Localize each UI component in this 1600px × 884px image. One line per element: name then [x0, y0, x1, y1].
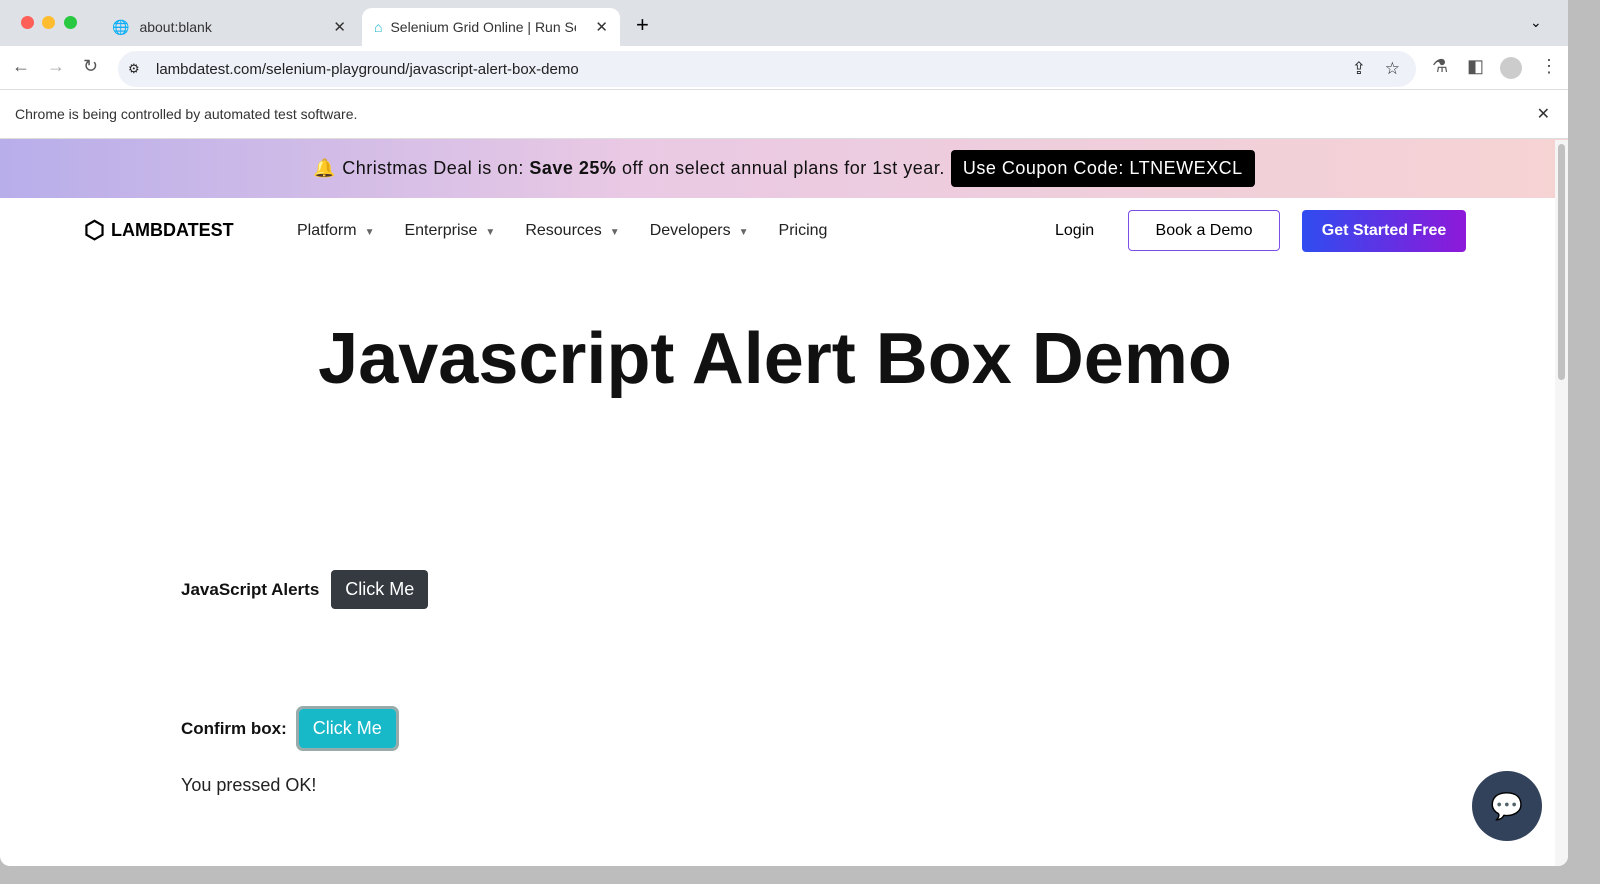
profile-avatar[interactable] [1500, 57, 1522, 79]
nav-resources[interactable]: Resources ▼ [525, 222, 619, 240]
chat-bubble-icon: 💬 [1490, 790, 1524, 821]
maximize-button[interactable] [64, 16, 77, 29]
tab-search-icon[interactable]: ⌄ [1530, 14, 1542, 31]
alerts-row: JavaScript Alerts Click Me [181, 570, 429, 609]
bookmark-star-icon[interactable]: ☆ [1385, 59, 1400, 79]
book-demo-button[interactable]: Book a Demo [1128, 210, 1280, 251]
new-tab-button[interactable]: + [636, 12, 649, 38]
logo-icon: ⬡ [84, 217, 105, 244]
chevron-down-icon: ▼ [364, 227, 375, 238]
coupon-code[interactable]: Use Coupon Code: LTNEWEXCL [950, 150, 1255, 187]
page-title: Javascript Alert Box Demo [318, 319, 1232, 399]
automation-infobar: Chrome is being controlled by automated … [0, 90, 1568, 139]
close-window-button[interactable] [21, 16, 34, 29]
share-icon[interactable]: ⇪ [1352, 59, 1366, 79]
confirm-row: Confirm box: Click Me [181, 706, 399, 751]
chevron-down-icon: ▼ [485, 227, 496, 238]
tab-bar: 🌐 about:blank ✕ ⌂ Selenium Grid Online | Ru… [0, 0, 1568, 46]
nav-platform[interactable]: Platform ▼ [297, 222, 374, 240]
labs-icon[interactable]: ⚗ [1432, 56, 1448, 77]
back-icon[interactable]: ← [12, 56, 30, 77]
confirm-click-me-button[interactable]: Click Me [295, 706, 399, 751]
confirm-result: You pressed OK! [181, 775, 317, 795]
login-link[interactable]: Login [1055, 222, 1094, 240]
reload-icon[interactable]: ↻ [83, 56, 98, 77]
nav-enterprise[interactable]: Enterprise ▼ [404, 222, 495, 240]
nav-developers[interactable]: Developers ▼ [650, 222, 749, 240]
promo-banner: 🔔 Christmas Deal is on: Save 25% off on … [0, 139, 1568, 198]
toolbar: ← → ↻ ⚙ lambdatest.com/selenium-playgroun… [0, 46, 1568, 90]
side-panel-icon[interactable]: ◧ [1467, 56, 1484, 77]
chat-widget-button[interactable]: 💬 [1472, 771, 1542, 841]
menu-kebab-icon[interactable]: ⋮ [1540, 56, 1558, 77]
address-bar[interactable]: ⚙ lambdatest.com/selenium-playground/java… [118, 51, 1416, 87]
nav-pricing[interactable]: Pricing [779, 222, 828, 240]
globe-icon: 🌐 [112, 18, 130, 35]
scrollbar[interactable] [1555, 140, 1568, 866]
close-tab-icon[interactable]: ✕ [595, 18, 608, 36]
christmas-bell-icon: 🔔 [313, 158, 337, 178]
main-nav: Platform ▼ Enterprise ▼ Resources ▼ Develop… [297, 222, 827, 240]
minimize-button[interactable] [42, 16, 55, 29]
close-infobar-icon[interactable]: ✕ [1537, 104, 1550, 124]
chevron-down-icon: ▼ [738, 227, 749, 238]
close-tab-icon[interactable]: ✕ [333, 18, 346, 36]
scrollbar-thumb[interactable] [1558, 144, 1565, 380]
forward-icon[interactable]: → [47, 56, 65, 77]
alert-click-me-button[interactable]: Click Me [331, 570, 429, 609]
lambdatest-logo[interactable]: ⬡ LAMBDATEST [84, 216, 234, 245]
chevron-down-icon: ▼ [609, 227, 620, 238]
lambdatest-favicon: ⌂ [374, 19, 383, 35]
site-header: ⬡ LAMBDATEST Platform ▼ Enterprise ▼ Resour… [0, 198, 1568, 264]
tab-selenium-grid[interactable]: ⌂ Selenium Grid Online | Run Sel ✕ [362, 8, 620, 46]
browser-window: 🌐 about:blank ✕ ⌂ Selenium Grid Online | Ru… [0, 0, 1568, 866]
tab-about-blank[interactable]: 🌐 about:blank ✕ [100, 8, 358, 46]
site-settings-icon[interactable]: ⚙ [128, 61, 140, 77]
get-started-button[interactable]: Get Started Free [1302, 210, 1466, 252]
